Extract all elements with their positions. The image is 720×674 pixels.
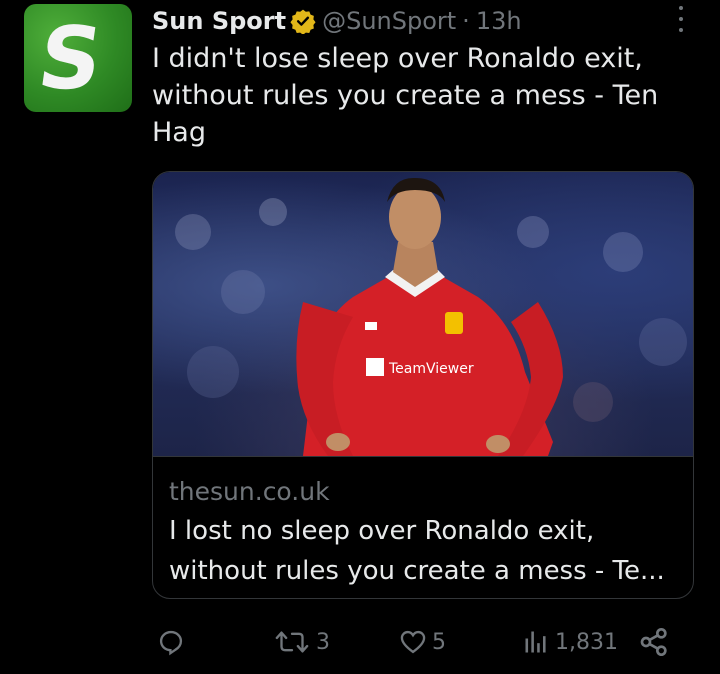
- author-handle[interactable]: @SunSport: [322, 7, 456, 35]
- tweet-text: I didn't lose sleep over Ronaldo exit, w…: [152, 43, 659, 148]
- heart-icon: [400, 630, 426, 654]
- shirt-sponsor-text: TeamViewer: [388, 361, 474, 377]
- card-domain: thesun.co.uk: [169, 477, 330, 506]
- more-options-icon[interactable]: [676, 6, 686, 32]
- retweet-icon: [275, 631, 309, 653]
- tweet-actions: 3 5 1,831: [0, 620, 720, 664]
- verified-badge-icon: [290, 8, 316, 35]
- card-title: I lost no sleep over Ronaldo exit, witho…: [169, 516, 665, 586]
- sun-sport-logo: S: [32, 9, 108, 109]
- like-count: 5: [432, 629, 446, 655]
- timestamp[interactable]: 13h: [476, 7, 522, 35]
- views-count: 1,831: [555, 629, 618, 655]
- reply-icon: [159, 630, 183, 656]
- share-button[interactable]: [638, 620, 670, 664]
- author-name[interactable]: Sun Sport: [152, 7, 286, 35]
- avatar-letter: S: [32, 9, 108, 109]
- views-button[interactable]: 1,831: [521, 620, 618, 664]
- tweet-header: Sun Sport @SunSport · 13h: [152, 6, 522, 36]
- share-icon: [640, 628, 667, 656]
- avatar[interactable]: S: [24, 4, 132, 112]
- views-chart-icon: [525, 631, 546, 653]
- reply-button[interactable]: [157, 620, 185, 664]
- card-image[interactable]: TeamViewer: [153, 172, 693, 456]
- player-photo: TeamViewer: [175, 177, 687, 456]
- like-button[interactable]: 5: [398, 620, 446, 664]
- card-divider: [153, 456, 693, 457]
- retweet-count: 3: [316, 629, 330, 655]
- link-card[interactable]: TeamViewer thesun.co.uk I lost no sleep …: [152, 171, 694, 599]
- retweet-button[interactable]: 3: [272, 620, 330, 664]
- separator-dot: ·: [462, 7, 470, 35]
